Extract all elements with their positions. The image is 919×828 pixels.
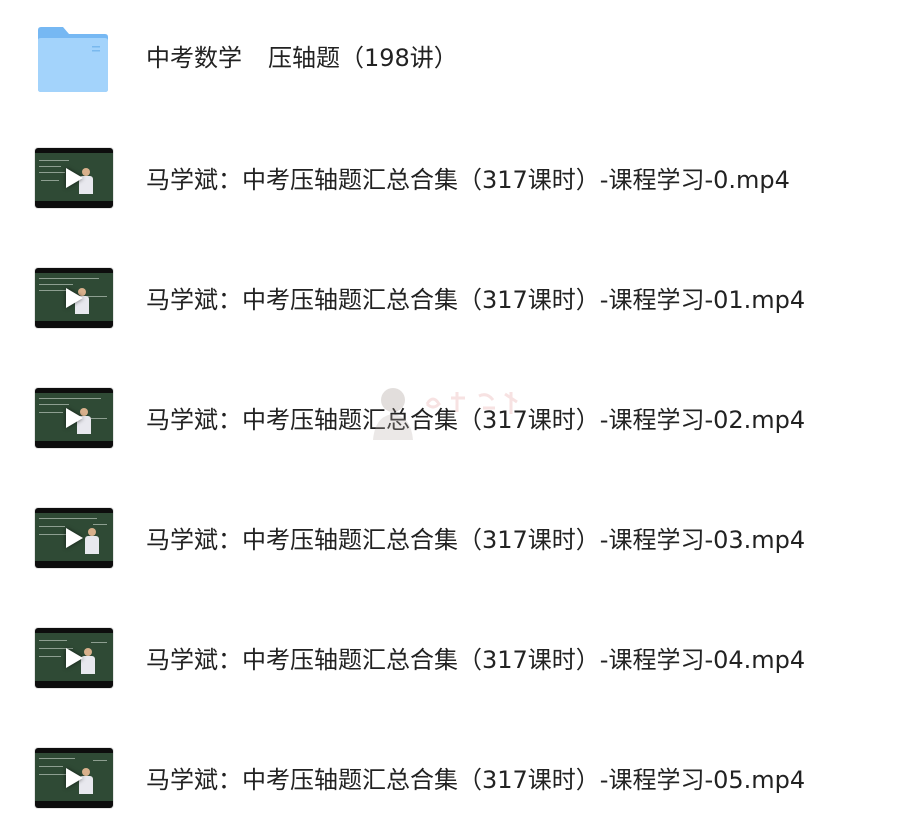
file-name: 马学斌：中考压轴题汇总合集（317课时）-课程学习-0.mp4 [146,166,790,194]
file-row[interactable]: 马学斌：中考压轴题汇总合集（317课时）-课程学习-02.mp4 [0,388,919,468]
file-name: 马学斌：中考压轴题汇总合集（317课时）-课程学习-04.mp4 [146,646,806,674]
video-thumbnail-icon [35,508,113,568]
video-thumbnail-icon [35,148,113,208]
file-row[interactable]: 马学斌：中考压轴题汇总合集（317课时）-课程学习-05.mp4 [0,748,919,828]
folder-row[interactable]: 中考数学 压轴题（198讲） [0,26,919,106]
file-row[interactable]: 马学斌：中考压轴题汇总合集（317课时）-课程学习-01.mp4 [0,268,919,348]
file-name: 马学斌：中考压轴题汇总合集（317课时）-课程学习-03.mp4 [146,526,806,554]
file-row[interactable]: 马学斌：中考压轴题汇总合集（317课时）-课程学习-03.mp4 [0,508,919,588]
file-name: 马学斌：中考压轴题汇总合集（317课时）-课程学习-05.mp4 [146,766,806,794]
file-name: 马学斌：中考压轴题汇总合集（317课时）-课程学习-02.mp4 [146,406,806,434]
video-thumbnail-icon [35,268,113,328]
play-icon [66,168,83,188]
play-icon [66,648,83,668]
video-thumbnail-icon [35,748,113,808]
file-list: 中考数学 压轴题（198讲） 马学斌：中考压轴题汇总合集（317课时）-课程学习-… [0,0,919,817]
file-row[interactable]: 马学斌：中考压轴题汇总合集（317课时）-课程学习-0.mp4 [0,148,919,228]
play-icon [66,288,83,308]
file-row[interactable]: 马学斌：中考压轴题汇总合集（317课时）-课程学习-04.mp4 [0,628,919,708]
play-icon [66,528,83,548]
play-icon [66,768,83,788]
folder-name: 中考数学 压轴题（198讲） [146,44,458,72]
file-name: 马学斌：中考压轴题汇总合集（317课时）-课程学习-01.mp4 [146,286,806,314]
folder-name-part2: 压轴题（198讲） [268,44,458,72]
folder-icon [35,26,113,92]
play-icon [66,408,83,428]
video-thumbnail-icon [35,628,113,688]
folder-name-part1: 中考数学 [146,44,242,72]
video-thumbnail-icon [35,388,113,448]
